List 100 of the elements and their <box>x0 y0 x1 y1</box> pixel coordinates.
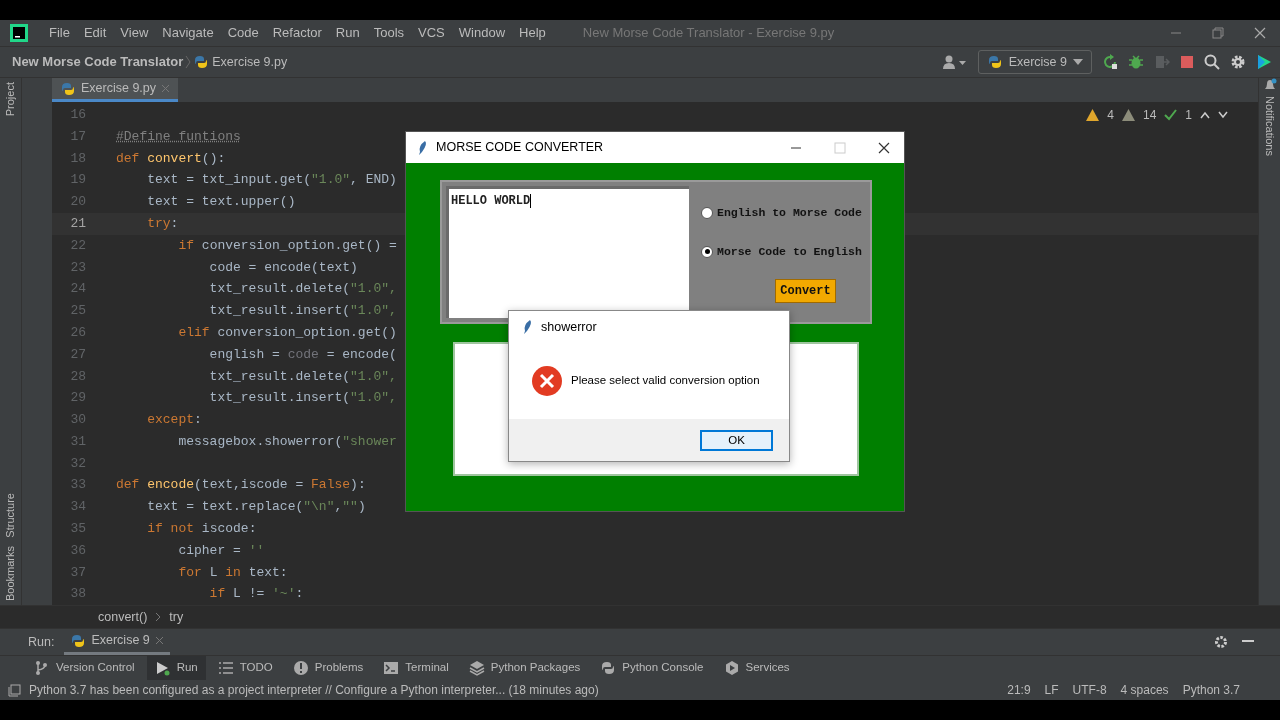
line-number: 18 <box>69 149 87 168</box>
tool-window-tab[interactable]: Problems <box>284 656 372 680</box>
ok-button[interactable]: OK <box>700 429 773 451</box>
weak-warning-icon <box>1121 109 1135 121</box>
close-icon[interactable] <box>878 141 890 154</box>
feather-icon <box>416 139 428 156</box>
tool-window-button[interactable]: Notifications <box>1261 92 1278 160</box>
tool-window-button[interactable]: Project <box>2 78 19 121</box>
tool-window-tab[interactable]: Terminal <box>375 656 457 680</box>
tool-window-tab[interactable]: Services <box>715 656 798 680</box>
status-item[interactable]: 21:9 <box>1007 681 1031 699</box>
menu-item[interactable]: Run <box>328 23 367 43</box>
run-configuration-label: Exercise 9 <box>1008 53 1067 71</box>
radio-option[interactable]: English to Morse Code <box>701 204 862 222</box>
restore-icon[interactable] <box>1212 27 1224 39</box>
status-item[interactable]: UTF-8 <box>1072 681 1107 699</box>
tool-window-button[interactable]: Structure <box>2 489 19 542</box>
line-number: 17 <box>69 127 87 146</box>
status-item[interactable]: 4 spaces <box>1120 681 1169 699</box>
code-line: text = txt_input.get("1.0", END) <box>146 171 397 190</box>
text-input-field[interactable]: HELLO WORLD <box>446 186 689 318</box>
weak-warning-count[interactable]: 14 <box>1142 106 1157 124</box>
stop-icon[interactable] <box>1180 55 1194 69</box>
breadcrumb-item[interactable]: try <box>169 607 184 627</box>
code-line: try: <box>146 215 179 234</box>
run-label: Run: <box>28 633 55 651</box>
radio-label: English to Morse Code <box>717 205 862 221</box>
status-message[interactable]: Python 3.7 has been configured as a project interpreter // Configure a Python interpreter... (18 minutes ago) <box>29 681 599 699</box>
line-number: 27 <box>69 345 87 364</box>
tool-window-tab[interactable]: Version Control <box>26 656 143 680</box>
python-icon <box>600 660 617 676</box>
line-number: 16 <box>69 106 87 125</box>
breadcrumb-item[interactable]: convert() <box>98 607 148 627</box>
tool-window-tab[interactable]: Run <box>146 656 206 680</box>
line-number: 28 <box>69 367 87 386</box>
code-line: english = code = encode( <box>208 345 397 364</box>
code-line: txt_result.insert("1.0", <box>208 302 397 321</box>
check-icon <box>1164 109 1178 121</box>
radio-button[interactable] <box>701 206 713 219</box>
line-number: 20 <box>69 193 87 212</box>
tool-window-tab[interactable]: Python Console <box>592 656 712 680</box>
menu-item[interactable]: Code <box>220 23 266 43</box>
python-icon <box>986 54 1003 70</box>
line-number: 22 <box>69 236 87 255</box>
project-breadcrumb[interactable]: New Morse Code Translator <box>12 52 184 72</box>
typo-count[interactable]: 1 <box>1185 106 1192 124</box>
tool-window-tab[interactable]: TODO <box>209 656 281 680</box>
tool-window-button[interactable]: Bookmarks <box>2 541 19 605</box>
line-number: 31 <box>69 432 87 451</box>
line-number: 19 <box>69 171 87 190</box>
python-file-icon <box>193 54 210 70</box>
code-line: messagebox.showerror("shower <box>177 432 397 451</box>
menu-item[interactable]: VCS <box>411 23 452 43</box>
editor-tab[interactable]: Exercise 9.py <box>52 78 179 102</box>
line-number: 32 <box>69 454 87 473</box>
menu-item[interactable]: Help <box>512 23 553 43</box>
run-configuration-dropdown[interactable]: Exercise 9 <box>977 49 1092 75</box>
tool-window-tab[interactable]: Python Packages <box>460 656 589 680</box>
menu-item[interactable]: File <box>42 23 77 43</box>
user-dropdown-icon[interactable] <box>941 54 968 70</box>
caret-icon <box>1073 58 1083 66</box>
play-icon <box>154 660 171 676</box>
convert-button[interactable]: Convert <box>775 278 836 303</box>
code-line: text = text.replace("\n","") <box>146 498 366 517</box>
menu-item[interactable]: View <box>113 23 156 43</box>
gradient-logo-icon[interactable] <box>1256 54 1272 70</box>
code-line: if not iscode: <box>146 520 257 538</box>
code-line: def convert(): <box>116 149 226 168</box>
file-breadcrumb[interactable]: Exercise 9.py <box>212 52 288 72</box>
bell-icon[interactable] <box>1262 78 1277 92</box>
layers-icon <box>468 660 485 676</box>
chevron-icon <box>155 612 162 622</box>
line-number: 30 <box>69 411 87 430</box>
line-number: 38 <box>69 585 87 604</box>
status-item[interactable]: Python 3.7 <box>1182 681 1240 699</box>
exclamation-icon <box>292 660 309 676</box>
code-line: elif conversion_option.get() <box>177 323 397 342</box>
search-icon[interactable] <box>1204 54 1220 70</box>
line-number: 21 <box>69 215 87 234</box>
settings-icon[interactable] <box>1214 635 1228 649</box>
line-number: 34 <box>69 498 87 517</box>
menu-item[interactable]: Window <box>451 23 513 43</box>
bug-icon[interactable] <box>1128 54 1144 70</box>
menu-item[interactable]: Tools <box>366 23 412 43</box>
rerun-icon[interactable] <box>1102 54 1118 70</box>
settings-icon[interactable] <box>1230 54 1246 70</box>
line-number: 23 <box>69 258 87 277</box>
panel-toggle-icon[interactable] <box>8 683 21 697</box>
menu-item[interactable]: Navigate <box>155 23 221 43</box>
code-line: txt_result.delete("1.0", <box>208 367 397 386</box>
status-item[interactable]: LF <box>1044 681 1059 699</box>
branch-icon <box>34 660 50 676</box>
radio-button[interactable] <box>701 245 713 258</box>
python-icon <box>70 632 87 649</box>
error-message: Please select valid conversion option <box>571 373 760 389</box>
line-number: 29 <box>69 389 87 408</box>
code-line: text = text.upper() <box>146 193 296 212</box>
menu-item[interactable]: Refactor <box>265 23 329 43</box>
menu-item[interactable]: Edit <box>76 23 114 43</box>
warning-count[interactable]: 4 <box>1107 106 1114 124</box>
